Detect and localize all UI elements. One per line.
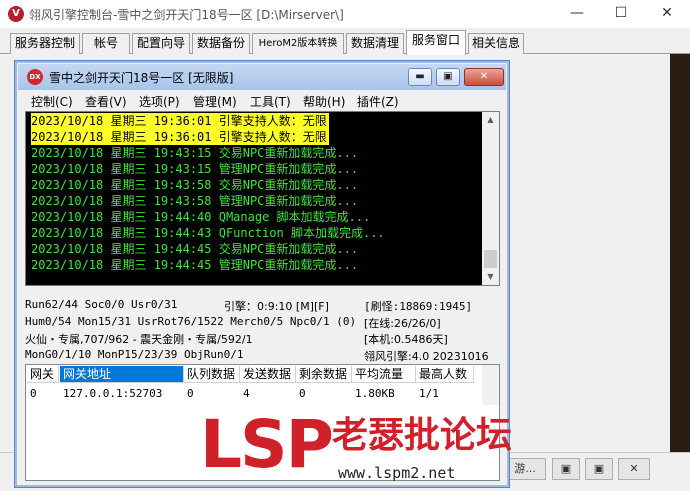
- status-engine-time: 引擎：0:9:10 [M][F]: [224, 300, 329, 313]
- menu-view[interactable]: 查看(V): [85, 93, 127, 110]
- table-cell: 1.80KB: [355, 387, 395, 400]
- col-queue[interactable]: 队列数据: [184, 366, 240, 383]
- status-guard: 火仙・专属,707/962 - 震天金刚・专属/592/1: [25, 333, 253, 346]
- table-cell: 1/1: [419, 387, 439, 400]
- tab-account[interactable]: 帐号: [82, 33, 130, 54]
- col-avg-flow[interactable]: 平均流量: [352, 366, 416, 383]
- status-version: 翎风引擎:4.0 20231016: [364, 350, 489, 363]
- log-line: 2023/10/18 星期三 19:36:01 引擎支持人数：无限: [31, 129, 329, 145]
- scroll-down-icon[interactable]: ▼: [482, 269, 499, 285]
- watermark: LSP 老瑟批论坛 www.lspm2.net: [200, 406, 512, 490]
- scroll-up-icon[interactable]: ▲: [482, 112, 499, 128]
- tab-service-window[interactable]: 服务窗口: [406, 30, 466, 55]
- window-title: 翎风引擎控制台-雪中之剑开天门18号一区 [D:\Mirserver\]: [29, 8, 344, 22]
- menu-plugins[interactable]: 插件(Z): [357, 93, 399, 110]
- col-max-users[interactable]: 最高人数: [416, 366, 474, 383]
- status-hum: Hum0/54 Mon15/31 UsrRot76/1522 Merch0/5 …: [25, 315, 357, 328]
- table-scrollbar[interactable]: [482, 365, 499, 405]
- minimize-button[interactable]: —: [554, 0, 600, 28]
- main-window: V 翎风引擎控制台-雪中之剑开天门18号一区 [D:\Mirserver\] —…: [0, 0, 690, 491]
- maximize-button[interactable]: ☐: [598, 0, 644, 28]
- log-line: 2023/10/18 星期三 19:44:45 交易NPC重新加载完成...: [31, 242, 359, 256]
- tab-strip: 服务器控制 帐号 配置向导 数据备份 HeroM2版本转换 数据清理 服务窗口 …: [0, 28, 690, 55]
- status-refresh: [刷怪:18869:1945]: [364, 300, 473, 313]
- child-title-bar[interactable]: DX 雪中之剑开天门18号一区 [无限版] ▬ ▣ ✕: [18, 64, 506, 90]
- tab-related-info[interactable]: 相关信息: [468, 33, 524, 54]
- app-logo-icon: V: [8, 6, 24, 22]
- col-sent[interactable]: 发送数据: [240, 366, 296, 383]
- minimized-window-button[interactable]: 游...: [504, 458, 546, 480]
- title-bar: V 翎风引擎控制台-雪中之剑开天门18号一区 [D:\Mirserver\] —…: [0, 0, 690, 28]
- table-cell: 0: [299, 387, 306, 400]
- log-console[interactable]: 2023/10/18 星期三 19:36:01 引擎支持人数：无限 2023/1…: [25, 111, 500, 286]
- close-button[interactable]: ✕: [644, 0, 690, 28]
- taskbar-restore-button[interactable]: ▣: [552, 458, 580, 480]
- table-cell: 0: [187, 387, 194, 400]
- col-remaining[interactable]: 剩余数据: [296, 366, 352, 383]
- child-close-button[interactable]: ✕: [464, 68, 504, 86]
- col-gateway[interactable]: 网关: [27, 366, 59, 383]
- log-scrollbar[interactable]: ▲ ▼: [482, 112, 499, 285]
- status-run: Run62/44 Soc0/0 Usr0/31: [25, 298, 178, 311]
- log-line: 2023/10/18 星期三 19:43:58 管理NPC重新加载完成...: [31, 194, 359, 208]
- menu-manage[interactable]: 管理(M): [193, 93, 237, 110]
- status-runtime: [本机:0.5486天]: [364, 333, 448, 346]
- menu-control[interactable]: 控制(C): [31, 93, 73, 110]
- child-title: 雪中之剑开天门18号一区 [无限版]: [49, 71, 234, 85]
- watermark-url: www.lspm2.net: [338, 464, 456, 482]
- dx-logo-icon: DX: [27, 69, 43, 85]
- menu-options[interactable]: 选项(P): [139, 93, 180, 110]
- log-line: 2023/10/18 星期三 19:44:45 管理NPC重新加载完成...: [31, 258, 359, 272]
- log-line: 2023/10/18 星期三 19:43:15 管理NPC重新加载完成...: [31, 162, 359, 176]
- log-line: 2023/10/18 星期三 19:43:58 交易NPC重新加载完成...: [31, 178, 359, 192]
- table-cell: 127.0.0.1:52703: [63, 387, 163, 400]
- taskbar-max-button[interactable]: ▣: [585, 458, 613, 480]
- menu-bar: 控制(C) 查看(V) 选项(P) 管理(M) 工具(T) 帮助(H) 插件(Z…: [18, 90, 506, 112]
- taskbar-close-button[interactable]: ✕: [618, 458, 650, 480]
- tab-data-cleanup[interactable]: 数据清理: [346, 33, 404, 54]
- log-line: 2023/10/18 星期三 19:44:43 QFunction 脚本加载完成…: [31, 226, 385, 240]
- tab-server-control[interactable]: 服务器控制: [10, 33, 80, 54]
- table-cell: 4: [243, 387, 250, 400]
- log-line: 2023/10/18 星期三 19:36:01 引擎支持人数：无限: [31, 113, 329, 129]
- menu-help[interactable]: 帮助(H): [303, 93, 345, 110]
- background-game-area: [670, 54, 690, 491]
- tab-config-wizard[interactable]: 配置向导: [132, 33, 190, 54]
- status-online: [在线:26/26/0]: [364, 317, 441, 330]
- tab-data-backup[interactable]: 数据备份: [192, 33, 250, 54]
- scroll-thumb[interactable]: [484, 250, 497, 268]
- watermark-brand: LSP: [200, 406, 334, 483]
- status-mongo: MonG0/1/10 MonP15/23/39 ObjRun0/1: [25, 348, 244, 361]
- col-gateway-address[interactable]: 网关地址: [60, 366, 184, 383]
- tab-herom2-convert[interactable]: HeroM2版本转换: [252, 33, 344, 54]
- menu-tools[interactable]: 工具(T): [250, 93, 291, 110]
- table-cell: 0: [30, 387, 37, 400]
- log-line: 2023/10/18 星期三 19:44:40 QManage 脚本加载完成..…: [31, 210, 371, 224]
- log-line: 2023/10/18 星期三 19:43:15 交易NPC重新加载完成...: [31, 146, 359, 160]
- child-restore-button[interactable]: ▣: [436, 68, 460, 86]
- watermark-forum-name: 老瑟批论坛: [332, 415, 513, 456]
- child-minimize-button[interactable]: ▬: [408, 68, 432, 86]
